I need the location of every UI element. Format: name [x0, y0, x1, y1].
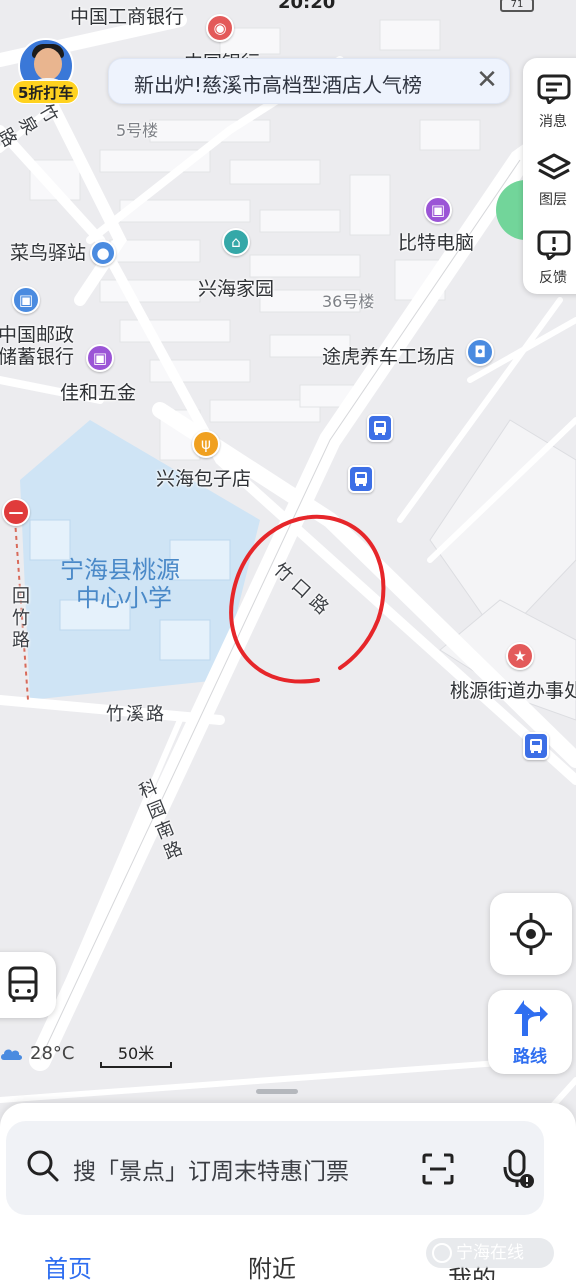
site-watermark: 宁海在线 — [426, 1238, 554, 1268]
restaurant-icon[interactable]: ψ — [192, 430, 220, 458]
cloud-icon — [1, 1049, 22, 1060]
bus-stop-icon-1[interactable] — [367, 414, 393, 442]
label-bldg5: 5号楼 — [116, 121, 159, 140]
label-baozi[interactable]: 兴海包子店 — [156, 464, 251, 491]
label-taoyuan-office[interactable]: 桃源街道办事处 — [450, 676, 576, 703]
message-icon — [537, 74, 571, 104]
no-entry-icon: — — [2, 498, 30, 526]
voice-mic-icon[interactable] — [500, 1149, 536, 1189]
messages-label: 消息 — [539, 114, 567, 130]
search-icon — [27, 1150, 59, 1182]
scale-label: 50米 — [117, 1044, 155, 1063]
route-label: 路线 — [513, 1047, 547, 1067]
route-button[interactable]: 路线 — [488, 990, 572, 1074]
watermark-logo-icon — [432, 1243, 452, 1263]
promo-banner[interactable]: 新出炉!慈溪市高档型酒店人气榜 ✕ — [108, 58, 510, 104]
label-postal-2[interactable]: 储蓄银行 — [0, 342, 74, 369]
label-bldg36: 36号楼 — [322, 292, 375, 311]
search-placeholder[interactable]: 搜「景点」订周末特惠门票 — [73, 1152, 349, 1186]
government-star-icon[interactable]: ★ — [506, 642, 534, 670]
locate-me-button[interactable] — [490, 893, 572, 975]
layers-icon — [537, 153, 571, 180]
bus-stop-icon-2[interactable] — [348, 465, 374, 493]
transit-button[interactable] — [0, 952, 56, 1018]
home-icon[interactable]: ⌂ — [222, 228, 250, 256]
map-scale: 50米 — [100, 1040, 172, 1070]
layers-button[interactable]: 图层 — [523, 140, 576, 216]
shop-icon[interactable]: ▣ — [424, 196, 452, 224]
label-xinghai-home[interactable]: 兴海家园 — [198, 274, 274, 301]
label-bite[interactable]: 比特电脑 — [398, 228, 474, 255]
map-side-panel: 消息 图层 反馈 — [523, 58, 576, 294]
battery-icon: 71 — [500, 0, 534, 12]
banner-close-icon[interactable]: ✕ — [473, 67, 501, 95]
route-arrow-icon — [514, 1000, 548, 1036]
status-bar: 20:20 71 — [0, 0, 576, 14]
watermark-text: 宁海在线 — [456, 1243, 524, 1263]
label-jiahe[interactable]: 佳和五金 — [60, 378, 136, 405]
feedback-button[interactable]: 反馈 — [523, 218, 576, 294]
feedback-icon — [537, 230, 571, 260]
status-time: 20:20 — [278, 0, 336, 13]
temperature-text: 28°C — [30, 1042, 75, 1064]
label-school-2[interactable]: 中心小学 — [76, 584, 172, 612]
banner-text[interactable]: 新出炉!慈溪市高档型酒店人气榜 — [134, 69, 422, 98]
tab-nearby[interactable]: 附近 — [248, 1249, 296, 1280]
label-zhuxi-road: 竹溪路 — [106, 704, 166, 725]
messages-button[interactable]: 消息 — [523, 62, 576, 138]
sheet-drag-handle[interactable] — [256, 1089, 298, 1094]
label-school-1[interactable]: 宁海县桃源 — [60, 556, 180, 584]
search-bar[interactable]: 搜「景点」订周末特惠门票 — [6, 1121, 544, 1215]
postal-icon[interactable]: ▣ — [12, 286, 40, 314]
tab-home[interactable]: 首页 — [44, 1249, 92, 1280]
weather-widget[interactable]: 28°C — [0, 1040, 74, 1066]
location-pin-icon[interactable]: ● — [90, 240, 116, 266]
feedback-label: 反馈 — [539, 270, 567, 286]
scale-bar — [100, 1062, 172, 1068]
taxi-discount-badge[interactable]: 5折打车 — [12, 80, 80, 104]
layers-label: 图层 — [539, 192, 567, 208]
label-tuhu[interactable]: 途虎养车工场店 — [322, 342, 455, 369]
scan-icon[interactable] — [420, 1151, 456, 1187]
label-huizhu-road: 回竹路 — [12, 586, 30, 651]
bus-stop-icon-3[interactable] — [523, 732, 549, 760]
bank-icon[interactable]: ◉ — [206, 14, 234, 42]
map-canvas[interactable] — [0, 0, 576, 1280]
hardware-store-icon[interactable]: ▣ — [86, 344, 114, 372]
label-cainiao[interactable]: 菜鸟驿站 — [10, 238, 86, 265]
bus-icon — [8, 966, 38, 1002]
car-service-icon[interactable]: ◘ — [466, 338, 494, 366]
crosshair-icon — [510, 913, 552, 955]
